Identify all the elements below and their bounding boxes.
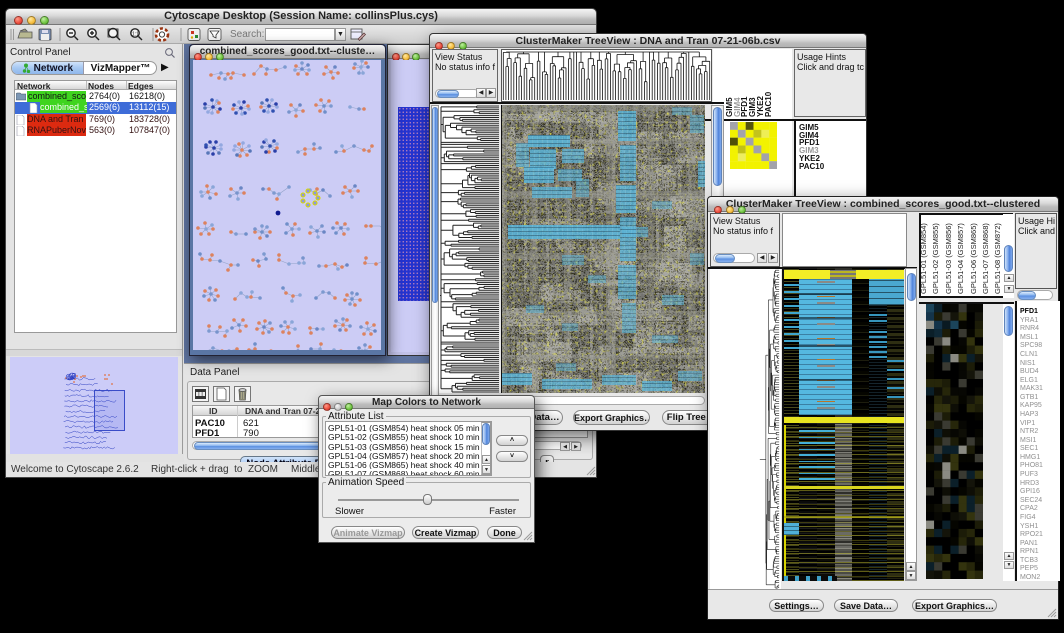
svg-text:1:1: 1:1 xyxy=(132,32,139,38)
